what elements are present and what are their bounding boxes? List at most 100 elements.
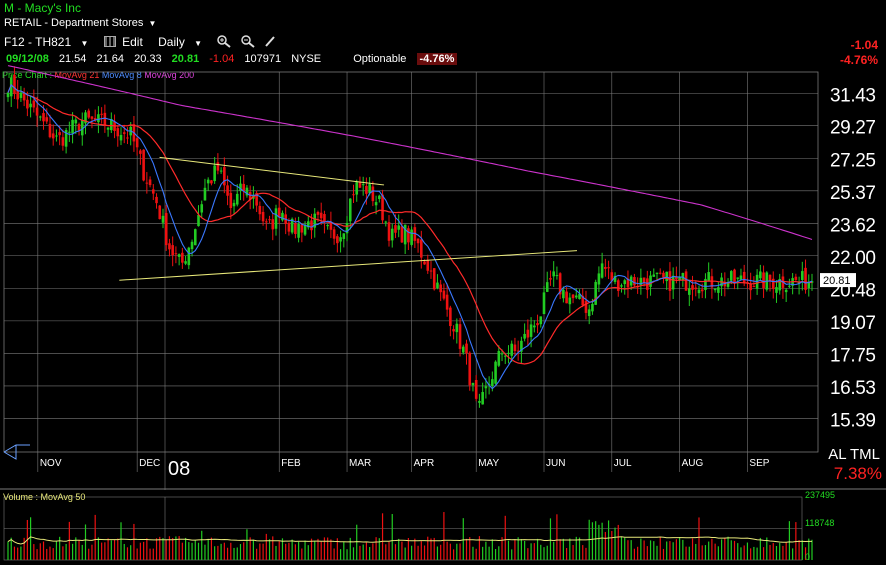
candle-body xyxy=(384,221,388,223)
candle-body xyxy=(184,261,187,264)
candle-body xyxy=(116,128,120,137)
candle-body xyxy=(713,288,717,291)
candle-body xyxy=(468,352,472,386)
candle-body xyxy=(387,222,391,241)
candle-body xyxy=(203,187,207,201)
candle-body xyxy=(193,229,197,246)
candle-body xyxy=(794,276,798,280)
candle-body xyxy=(445,294,449,310)
trendline xyxy=(159,156,385,186)
al-label[interactable]: AL xyxy=(828,446,846,463)
candle-body xyxy=(436,282,439,289)
candle-body xyxy=(642,277,646,283)
last-price-label: 20.81 xyxy=(823,275,851,287)
candle-body xyxy=(759,271,762,279)
candle-body xyxy=(552,271,555,277)
year-label: 08 xyxy=(168,458,191,480)
candle-body xyxy=(339,237,342,242)
candle-body xyxy=(562,289,565,299)
candle-body xyxy=(432,268,436,290)
candle-body xyxy=(513,344,517,352)
candle-body xyxy=(784,289,788,293)
candle-body xyxy=(371,186,375,202)
candle-body xyxy=(229,192,233,209)
candle-body xyxy=(139,150,142,154)
y-tick-label: 29.27 xyxy=(830,118,876,139)
candle-body xyxy=(161,215,165,223)
candle-body xyxy=(142,149,145,181)
candle-body xyxy=(655,272,659,274)
candle-body xyxy=(807,282,811,289)
candle-body xyxy=(381,194,384,221)
candle-body xyxy=(155,196,158,204)
candle-body xyxy=(323,214,326,222)
candle-body xyxy=(171,245,174,256)
candle-body xyxy=(19,92,23,98)
candle-body xyxy=(97,114,100,123)
y-tick-label: 19.07 xyxy=(830,313,876,334)
al-pct: 7.38% xyxy=(833,464,882,483)
candle-body xyxy=(801,271,804,281)
candle-body xyxy=(319,212,323,219)
candle-body xyxy=(71,119,74,134)
candle-body xyxy=(717,287,720,293)
candle-body xyxy=(210,180,213,184)
candle-body xyxy=(29,103,32,108)
candle-body xyxy=(604,266,607,269)
candle-body xyxy=(219,170,223,172)
candle-body xyxy=(665,271,668,282)
candle-body xyxy=(481,392,484,405)
candle-body xyxy=(287,222,291,232)
candle-body xyxy=(749,283,752,291)
candle-body xyxy=(688,288,691,295)
x-tick-label: DEC xyxy=(139,458,160,469)
candle-body xyxy=(568,297,572,305)
candle-body xyxy=(752,286,756,288)
candle-body xyxy=(164,213,168,246)
candle-body xyxy=(510,343,514,356)
candle-body xyxy=(226,185,229,196)
candle-body xyxy=(297,224,300,238)
tml-label[interactable]: TML xyxy=(850,446,880,463)
y-tick-label: 25.37 xyxy=(830,183,876,204)
candle-body xyxy=(126,137,129,139)
candle-body xyxy=(429,270,433,272)
candle-body xyxy=(484,386,488,389)
candle-body xyxy=(539,316,543,325)
candle-body xyxy=(51,133,55,139)
candle-body xyxy=(574,295,578,298)
candle-body xyxy=(213,165,216,182)
candle-body xyxy=(662,272,665,278)
candle-body xyxy=(87,110,91,118)
candle-body xyxy=(26,99,29,109)
candle-body xyxy=(423,261,426,265)
candle-body xyxy=(16,90,19,100)
candle-body xyxy=(300,224,304,233)
candle-body xyxy=(523,333,526,339)
candle-body xyxy=(235,193,239,205)
candle-body xyxy=(45,117,49,122)
y-tick-label: 16.53 xyxy=(830,378,876,399)
candle-body xyxy=(729,271,733,281)
candle-body xyxy=(361,184,365,186)
price-chart[interactable]: 31.4329.2727.2525.3723.6222.0020.4819.07… xyxy=(0,0,886,565)
candle-body xyxy=(474,380,478,399)
candle-body xyxy=(378,195,381,199)
candle-body xyxy=(587,309,591,317)
candle-body xyxy=(68,131,71,133)
volume-tick-mid: 118748 xyxy=(805,518,835,528)
candle-body xyxy=(352,194,355,196)
x-tick-label: JUL xyxy=(614,458,632,469)
candle-body xyxy=(733,269,736,283)
candle-body xyxy=(271,219,275,230)
candle-body xyxy=(261,211,265,222)
x-tick-label: FEB xyxy=(281,458,301,469)
candle-body xyxy=(507,352,510,354)
candle-body xyxy=(571,294,575,299)
candle-body xyxy=(494,361,497,384)
candle-body xyxy=(623,280,627,285)
candle-body xyxy=(739,275,743,280)
candle-body xyxy=(771,278,775,289)
y-tick-label: 22.00 xyxy=(830,248,876,269)
candle-body xyxy=(374,202,378,206)
